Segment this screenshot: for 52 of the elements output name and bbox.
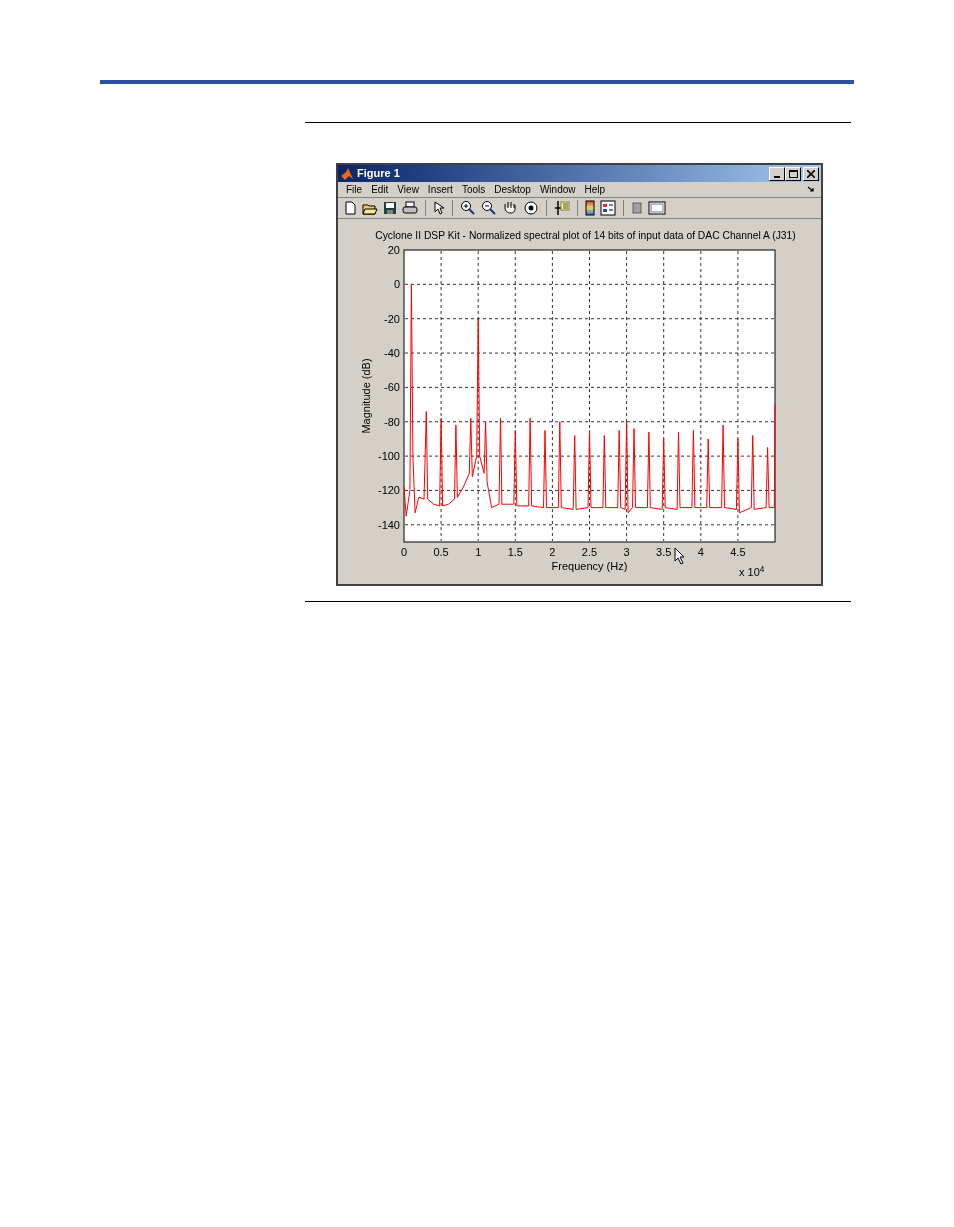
minimize-button[interactable]: [769, 166, 785, 181]
zoom-in-icon[interactable]: [460, 200, 476, 217]
rotate-icon[interactable]: [523, 200, 539, 217]
save-icon[interactable]: [383, 201, 397, 216]
zoom-out-icon[interactable]: [481, 200, 497, 217]
x-tick-label: 0.5: [433, 546, 449, 558]
y-tick-label: -20: [384, 312, 400, 325]
x-tick-label: 1: [475, 546, 482, 558]
y-tick-label: 20: [387, 244, 400, 256]
menu-item[interactable]: Edit: [371, 182, 389, 198]
y-tick-label: 0: [393, 278, 400, 291]
y-tick-label: -80: [384, 415, 400, 428]
x-tick-label: 4: [697, 546, 704, 558]
x-tick-label: 3.5: [656, 546, 672, 558]
y-tick-label: -120: [377, 484, 400, 497]
plot-tools-icon[interactable]: [648, 201, 666, 216]
menu-item[interactable]: Help: [584, 182, 606, 198]
y-tick-label: -40: [384, 347, 400, 360]
close-button[interactable]: [803, 166, 819, 181]
menu-item[interactable]: Tools: [461, 182, 486, 198]
menu-item[interactable]: Insert: [427, 182, 453, 198]
maximize-button[interactable]: [785, 166, 801, 181]
x-tick-label: 1.5: [507, 546, 523, 558]
chart-title: Cyclone II DSP Kit - Normalized spectral plot of 14 bits of input data of DAC Channel A (J31): [375, 230, 796, 241]
y-tick-label: -100: [377, 450, 400, 463]
x-tick-label: 4.5: [730, 546, 746, 558]
print-icon[interactable]: [402, 201, 418, 216]
menu-item[interactable]: Desktop: [494, 182, 531, 198]
y-tick-label: -60: [384, 381, 400, 394]
window-title: Figure 1: [357, 166, 400, 182]
colorbar-icon[interactable]: [585, 200, 595, 217]
menu-item[interactable]: View: [397, 182, 419, 198]
open-folder-icon[interactable]: [362, 201, 378, 216]
hand-icon[interactable]: [502, 200, 518, 217]
x-axis-label: Frequency (Hz): [551, 560, 628, 572]
x-tick-label: 3: [623, 546, 630, 558]
new-file-icon[interactable]: [343, 201, 357, 216]
data-cursor-icon[interactable]: [554, 200, 570, 217]
axis-multiplier: x 10$^{4}$: [739, 567, 765, 578]
legend-icon[interactable]: [600, 200, 616, 217]
x-tick-label: 2.5: [581, 546, 598, 558]
close-icon[interactable]: [807, 169, 815, 178]
x-tick-label: 2: [549, 546, 556, 558]
y-tick-label: -140: [377, 518, 400, 531]
mouse-cursor-icon: [673, 547, 686, 565]
y-axis-label: Magnitude (dB): [360, 358, 372, 434]
menu-item[interactable]: File: [346, 182, 363, 198]
menu-item[interactable]: Window: [539, 182, 576, 198]
pointer-icon[interactable]: [433, 201, 445, 216]
x-tick-label: 0: [400, 546, 408, 558]
dock-arrow-icon[interactable]: [807, 186, 815, 194]
hide-tools-icon[interactable]: [631, 201, 643, 216]
